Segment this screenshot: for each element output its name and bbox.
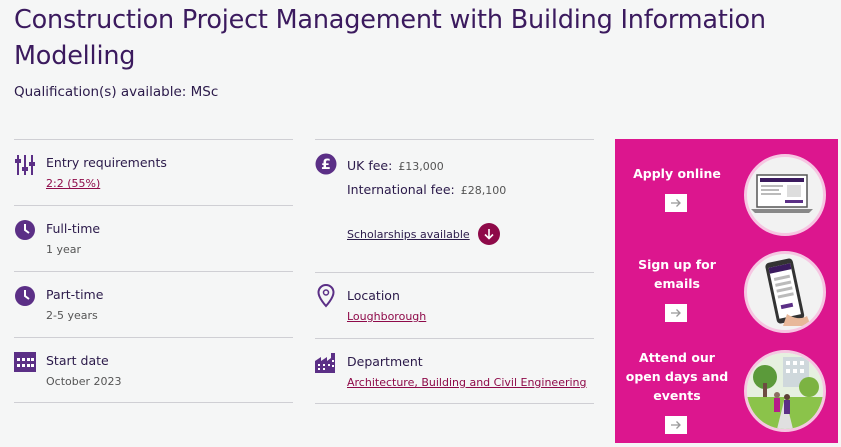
building-icon xyxy=(315,352,339,374)
full-time-row: Full-time 1 year xyxy=(14,205,293,271)
sliders-icon xyxy=(14,154,36,176)
course-facts-middle: £ UK fee: £13,000 International fee: £28,1… xyxy=(315,139,594,404)
sign-up-arrow-button[interactable] xyxy=(665,304,687,322)
part-time-label: Part-time xyxy=(46,287,104,302)
international-fee-value: £28,100 xyxy=(460,184,507,197)
cta-panel: Apply online Sign up for emails Attend o… xyxy=(615,139,838,443)
sign-up-line-1: Sign up for xyxy=(638,257,716,272)
entry-requirements-link[interactable]: 2:2 (55%) xyxy=(46,177,100,190)
department-row: Department Architecture, Building and Ci… xyxy=(315,338,594,404)
international-fee-label: International fee: xyxy=(347,182,455,197)
start-date-row: Start date October 2023 xyxy=(14,337,293,403)
uk-fee: UK fee: £13,000 xyxy=(347,155,444,174)
arrow-right-icon xyxy=(671,421,681,429)
clock-icon xyxy=(14,285,36,307)
start-date-value: October 2023 xyxy=(46,375,122,388)
apply-online-arrow-button[interactable] xyxy=(665,194,687,212)
entry-requirements-label: Entry requirements xyxy=(46,155,167,170)
arrow-right-icon xyxy=(671,199,681,207)
department-link[interactable]: Architecture, Building and Civil Enginee… xyxy=(347,376,587,389)
part-time-duration: 2-5 years xyxy=(46,309,98,322)
location-link[interactable]: Loughborough xyxy=(347,310,426,323)
sign-up-line-2: emails xyxy=(654,276,700,291)
uk-fee-label: UK fee: xyxy=(347,158,393,173)
location-row: Location Loughborough xyxy=(315,272,594,338)
full-time-label: Full-time xyxy=(46,221,101,236)
arrow-down-icon xyxy=(477,223,500,245)
scholarships-link[interactable]: Scholarships available xyxy=(347,223,500,245)
pound-icon: £ xyxy=(315,153,337,175)
department-label: Department xyxy=(347,354,423,369)
arrow-right-icon xyxy=(671,309,681,317)
uk-fee-value: £13,000 xyxy=(398,160,444,173)
qualifications: Qualification(s) available: MSc xyxy=(14,84,219,100)
international-fee: International fee: £28,100 xyxy=(347,179,506,198)
location-label: Location xyxy=(347,288,400,303)
apply-online-link[interactable]: Apply online xyxy=(615,164,739,183)
open-days-line-2: open days and xyxy=(625,369,729,384)
full-time-duration: 1 year xyxy=(46,243,82,256)
calendar-icon xyxy=(14,351,36,373)
start-date-label: Start date xyxy=(46,353,109,368)
laptop-image xyxy=(744,154,826,236)
fees-row: £ UK fee: £13,000 International fee: £28,1… xyxy=(315,139,594,272)
map-pin-icon xyxy=(315,284,337,308)
entry-requirements-row: Entry requirements 2:2 (55%) xyxy=(14,139,293,205)
open-days-line-1: Attend our xyxy=(639,350,715,365)
part-time-row: Part-time 2-5 years xyxy=(14,271,293,337)
scholarships-label: Scholarships available xyxy=(347,227,470,241)
sign-up-emails-link[interactable]: Sign up for emails xyxy=(615,255,739,293)
open-days-arrow-button[interactable] xyxy=(665,416,687,434)
course-facts-left: Entry requirements 2:2 (55%) Full-time 1… xyxy=(14,139,293,403)
open-days-link[interactable]: Attend our open days and events xyxy=(615,348,739,405)
page-title: Construction Project Management with Bui… xyxy=(14,5,766,71)
open-days-line-3: events xyxy=(653,388,701,403)
svg-text:£: £ xyxy=(321,157,331,173)
clock-icon xyxy=(14,219,36,241)
campus-image xyxy=(744,350,826,432)
phone-image xyxy=(744,251,826,333)
